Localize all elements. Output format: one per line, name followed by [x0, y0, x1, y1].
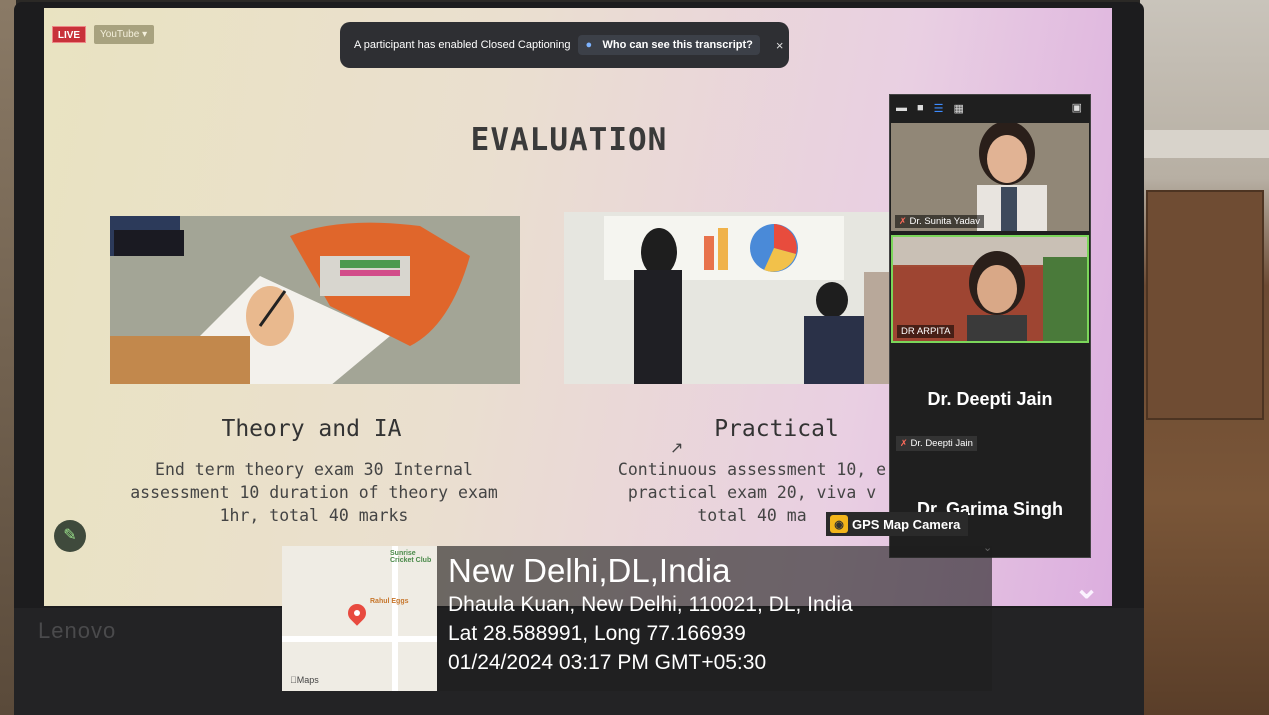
slide-title: EVALUATION: [470, 122, 668, 158]
transcript-visibility-link[interactable]: ● Who can see this transcript?: [578, 35, 760, 55]
close-icon[interactable]: ×: [776, 38, 784, 53]
location-datetime: 01/24/2024 03:17 PM GMT+05:30: [448, 651, 767, 674]
youtube-label: YouTube: [100, 29, 140, 40]
person-icon: ●: [585, 39, 593, 51]
participant-name: ✗ Dr. Sunita Yadav: [895, 215, 984, 228]
mic-off-icon: ✗: [900, 438, 908, 448]
theory-description: End term theory exam 30 Internal assessm…: [130, 460, 498, 525]
map-label: Rahul Eggs: [370, 598, 409, 605]
map-label: Sunrise Cricket Club: [390, 550, 432, 564]
pop-out-icon[interactable]: ▣: [1072, 101, 1082, 114]
practical-heading: Practical: [714, 416, 839, 442]
brand-logo: Lenovo: [38, 618, 117, 643]
theory-photo: [110, 216, 520, 384]
scroll-down-chevron-icon[interactable]: ⌄: [1074, 571, 1099, 606]
mic-off-icon: ✗: [899, 216, 907, 226]
location-address: Dhaula Kuan, New Delhi, 110021, DL, Indi…: [448, 593, 853, 616]
thumbnail-view-icon[interactable]: ■: [917, 102, 924, 114]
minimize-icon[interactable]: ▬: [896, 102, 907, 114]
participant-tile-active-speaker[interactable]: DR ARPITA: [891, 235, 1089, 343]
participant-gallery: ▬ ■ ☰ ▦ ▣ ✗ Dr. Sunita Yadav DR ARPITA D…: [889, 94, 1091, 558]
youtube-badge[interactable]: YouTube ▾: [94, 25, 154, 44]
grid-view-icon[interactable]: ▦: [954, 102, 964, 115]
map-road: [282, 636, 437, 642]
gps-camera-label: GPS Map Camera: [852, 516, 961, 532]
chevron-down-icon: ▾: [142, 29, 148, 40]
speaker-view-icon[interactable]: ☰: [934, 102, 944, 115]
location-map-thumbnail: Sunrise Cricket Club Rahul Eggs Maps: [282, 546, 437, 691]
location-coordinates: Lat 28.588991, Long 77.166939: [448, 622, 746, 645]
gps-camera-watermark: ◉ GPS Map Camera: [826, 512, 969, 536]
participant-name-large: Dr. Deepti Jain: [927, 389, 1053, 409]
participant-name: DR ARPITA: [897, 325, 955, 338]
theory-heading: Theory and IA: [221, 416, 402, 442]
maps-logo: Maps: [290, 675, 319, 685]
pencil-icon[interactable]: ✎: [54, 520, 86, 552]
location-info-panel: New Delhi,DL,India Dhaula Kuan, New Delh…: [437, 546, 992, 691]
participant-tile[interactable]: ✗ Dr. Sunita Yadav: [891, 123, 1089, 231]
background-room: [1140, 0, 1269, 715]
live-badge[interactable]: LIVE: [52, 26, 86, 43]
camera-icon: ◉: [830, 515, 848, 533]
shelf: [1140, 130, 1269, 158]
mouse-cursor-icon: ↗: [670, 440, 684, 457]
closed-caption-notification: A participant has enabled Closed Caption…: [340, 22, 789, 68]
cc-message: A participant has enabled Closed Caption…: [354, 39, 571, 51]
participant-name-tag: ✗ Dr. Deepti Jain: [896, 436, 977, 451]
cabinet: [1146, 190, 1264, 420]
practical-photo: [564, 212, 894, 384]
map-road: [392, 546, 398, 691]
transcript-link-label: Who can see this transcript?: [602, 39, 753, 51]
location-city: New Delhi,DL,India: [448, 552, 731, 589]
gallery-toolbar: ▬ ■ ☰ ▦ ▣: [890, 95, 1090, 121]
location-pin-icon: [344, 600, 370, 626]
